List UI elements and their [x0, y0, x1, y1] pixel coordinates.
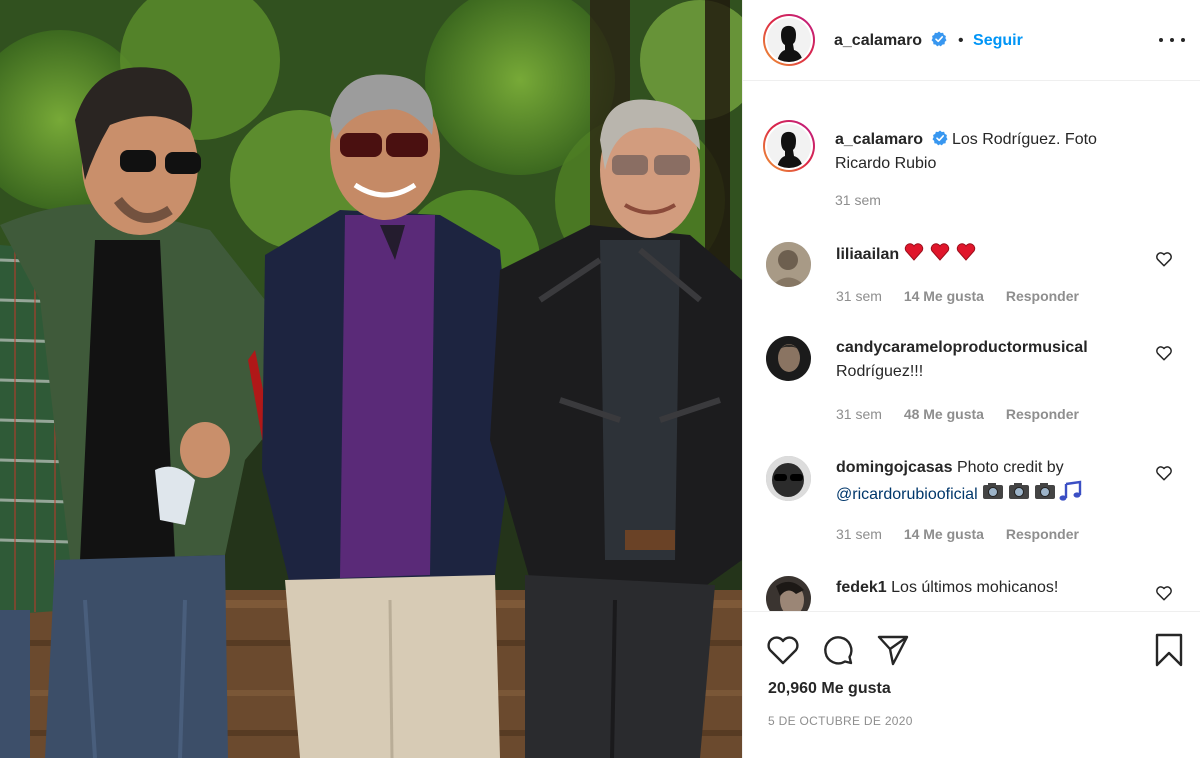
comment-timestamp[interactable]: 31 sem	[836, 406, 882, 422]
comment-text: Photo credit by	[956, 459, 1064, 476]
post-header: a_calamaro • Seguir	[743, 0, 1200, 81]
comment-text: Los últimos mohicanos!	[891, 579, 1059, 596]
comment-like-icon[interactable]	[1155, 344, 1173, 362]
silhouette-icon	[777, 131, 803, 168]
post-photo[interactable]	[0, 0, 742, 758]
commenter-avatar[interactable]	[766, 242, 811, 287]
more-options-icon[interactable]	[1159, 30, 1185, 50]
post-date[interactable]: 5 DE OCTUBRE DE 2020	[768, 714, 913, 728]
like-icon[interactable]	[765, 632, 801, 668]
verified-badge-icon	[931, 31, 947, 47]
commenter-avatar[interactable]	[766, 576, 811, 611]
comment-likes[interactable]: 14 Me gusta	[904, 288, 984, 304]
comment-meta: 31 sem 14 Me gusta Responder	[836, 526, 1079, 542]
comment-like-icon[interactable]	[1155, 250, 1173, 268]
caption-author-avatar[interactable]	[763, 120, 815, 172]
save-icon[interactable]	[1151, 632, 1187, 668]
likes-count[interactable]: 20,960 Me gusta	[768, 680, 891, 698]
comment-timestamp[interactable]: 31 sem	[836, 526, 882, 542]
commenter-avatar[interactable]	[766, 456, 811, 501]
reply-button[interactable]: Responder	[1006, 406, 1079, 422]
comment-icon[interactable]	[820, 632, 856, 668]
caption-timestamp[interactable]: 31 sem	[835, 192, 881, 208]
share-icon[interactable]	[875, 632, 911, 668]
commenter-avatar[interactable]	[766, 336, 811, 381]
reply-button[interactable]: Responder	[1006, 288, 1079, 304]
comments-list[interactable]: a_calamaro Los Rodríguez. Foto Ricardo R…	[743, 82, 1200, 612]
comment-likes[interactable]: 48 Me gusta	[904, 406, 984, 422]
post-actions: 20,960 Me gusta 5 DE OCTUBRE DE 2020	[743, 612, 1200, 758]
caption-username[interactable]: a_calamaro	[835, 131, 923, 148]
comment-like-icon[interactable]	[1155, 584, 1173, 602]
commenter-username[interactable]: domingojcasas	[836, 459, 952, 476]
comment-like-icon[interactable]	[1155, 464, 1173, 482]
comment-meta: 31 sem 48 Me gusta Responder	[836, 406, 1079, 422]
heart-emoji-group	[904, 242, 982, 270]
silhouette-icon	[777, 25, 803, 62]
separator-dot: •	[957, 32, 964, 49]
verified-badge-icon	[932, 130, 948, 146]
post-side-panel: a_calamaro • Seguir a_calamaro Los Rodrí…	[742, 0, 1200, 758]
comment-meta: 31 sem 14 Me gusta Responder	[836, 288, 1079, 304]
author-avatar[interactable]	[763, 14, 815, 66]
commenter-username[interactable]: fedek1	[836, 579, 887, 596]
band-photo-illustration	[0, 0, 742, 758]
camera-emoji-group	[982, 480, 1086, 510]
comment-text: Rodríguez!!!	[836, 363, 924, 380]
commenter-username[interactable]: liliaailan	[836, 246, 899, 263]
author-username[interactable]: a_calamaro	[834, 32, 922, 49]
follow-button[interactable]: Seguir	[973, 32, 1023, 49]
reply-button[interactable]: Responder	[1006, 526, 1079, 542]
mention-link[interactable]: @ricardorubiooficial	[836, 486, 978, 503]
comment-likes[interactable]: 14 Me gusta	[904, 526, 984, 542]
comment-timestamp[interactable]: 31 sem	[836, 288, 882, 304]
commenter-username[interactable]: candycarameloproductormusical	[836, 339, 1088, 356]
